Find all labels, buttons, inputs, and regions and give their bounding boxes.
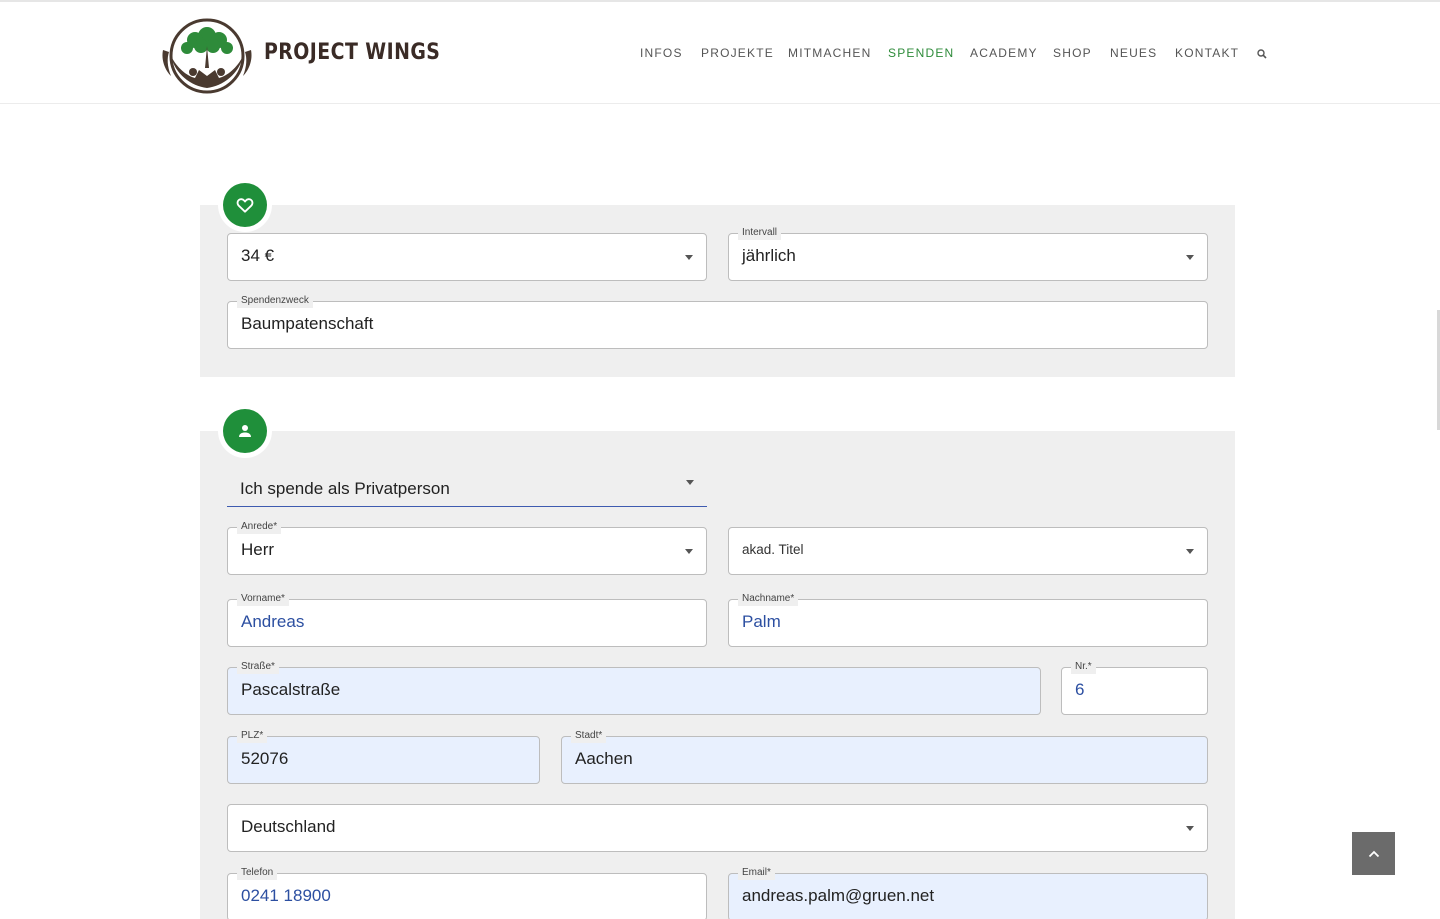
house-number-value: 6	[1075, 680, 1085, 699]
house-number-field[interactable]: Nr.* 6	[1061, 660, 1208, 715]
zip-label: PLZ*	[237, 729, 268, 743]
phone-value: 0241 18900	[241, 886, 331, 905]
amount-select[interactable]: 34 €	[227, 233, 707, 281]
zip-field[interactable]: PLZ* 52076	[227, 729, 540, 784]
donor-badge	[218, 404, 272, 458]
nav-item-academy[interactable]: ACADEMY	[970, 46, 1038, 60]
lastname-label: Nachname*	[738, 592, 799, 606]
interval-label: Intervall	[738, 226, 782, 240]
chevron-down-icon	[1186, 255, 1194, 260]
phone-label: Telefon	[237, 866, 278, 880]
street-value: Pascalstraße	[241, 680, 341, 699]
chevron-down-icon	[685, 549, 693, 554]
user-icon	[239, 425, 251, 437]
search-icon[interactable]	[1256, 48, 1268, 60]
nav-item-shop[interactable]: SHOP	[1053, 46, 1092, 60]
street-field[interactable]: Straße* Pascalstraße	[227, 660, 1041, 715]
salutation-select[interactable]: Anrede* Herr	[227, 520, 707, 575]
nav-item-spenden[interactable]: SPENDEN	[888, 46, 954, 60]
email-field[interactable]: Email* andreas.palm@gruen.net	[728, 866, 1208, 919]
nav-item-infos[interactable]: INFOS	[640, 46, 683, 60]
academic-title-placeholder: akad. Titel	[742, 542, 804, 557]
salutation-value: Herr	[241, 540, 275, 559]
tree-logo-icon[interactable]	[157, 16, 257, 94]
firstname-value: Andreas	[241, 612, 305, 631]
zip-value: 52076	[241, 749, 289, 768]
phone-field[interactable]: Telefon 0241 18900	[227, 866, 707, 919]
email-label: Email*	[738, 866, 775, 880]
firstname-field[interactable]: Vorname* Andreas	[227, 592, 707, 647]
chevron-down-icon	[686, 480, 694, 485]
amount-value: 34 €	[241, 246, 275, 265]
interval-value: jährlich	[742, 246, 796, 265]
firstname-label: Vorname*	[237, 592, 289, 606]
chevron-up-icon	[1368, 850, 1379, 857]
chevron-down-icon	[1186, 826, 1194, 831]
chevron-down-icon	[1186, 549, 1194, 554]
lastname-field[interactable]: Nachname* Palm	[728, 592, 1208, 647]
academic-title-select[interactable]: akad. Titel	[728, 527, 1208, 575]
city-field[interactable]: Stadt* Aachen	[561, 729, 1208, 784]
nav-item-mitmachen[interactable]: MITMACHEN	[788, 46, 871, 60]
lastname-value: Palm	[742, 612, 781, 631]
donation-section	[200, 205, 1235, 377]
city-value: Aachen	[575, 749, 633, 768]
donor-type-select[interactable]: Ich spende als Privatperson	[227, 467, 707, 507]
chevron-down-icon	[685, 255, 693, 260]
nav-item-projekte[interactable]: PROJEKTE	[701, 46, 774, 60]
country-value: Deutschland	[241, 817, 336, 836]
purpose-label: Spendenzweck	[237, 294, 313, 308]
street-label: Straße*	[237, 660, 279, 674]
city-label: Stadt*	[571, 729, 607, 743]
purpose-field[interactable]: Spendenzweck Baumpatenschaft	[227, 294, 1208, 349]
heart-icon	[236, 198, 254, 213]
salutation-label: Anrede*	[237, 520, 282, 534]
donor-type-value: Ich spende als Privatperson	[240, 479, 450, 498]
brand-name[interactable]: PROJECT WINGS	[264, 40, 440, 65]
nav-item-neues[interactable]: NEUES	[1110, 46, 1157, 60]
donation-badge	[218, 178, 272, 232]
purpose-value: Baumpatenschaft	[241, 314, 374, 333]
nav-item-kontakt[interactable]: KONTAKT	[1175, 46, 1239, 60]
back-to-top-button[interactable]	[1352, 832, 1395, 875]
interval-select[interactable]: Intervall jährlich	[728, 226, 1208, 281]
country-select[interactable]: Deutschland	[227, 804, 1208, 852]
house-number-label: Nr.*	[1071, 660, 1096, 674]
email-value: andreas.palm@gruen.net	[742, 886, 935, 905]
site-header: PROJECT WINGS INFOS PROJEKTE MITMACHEN S…	[0, 0, 1440, 104]
